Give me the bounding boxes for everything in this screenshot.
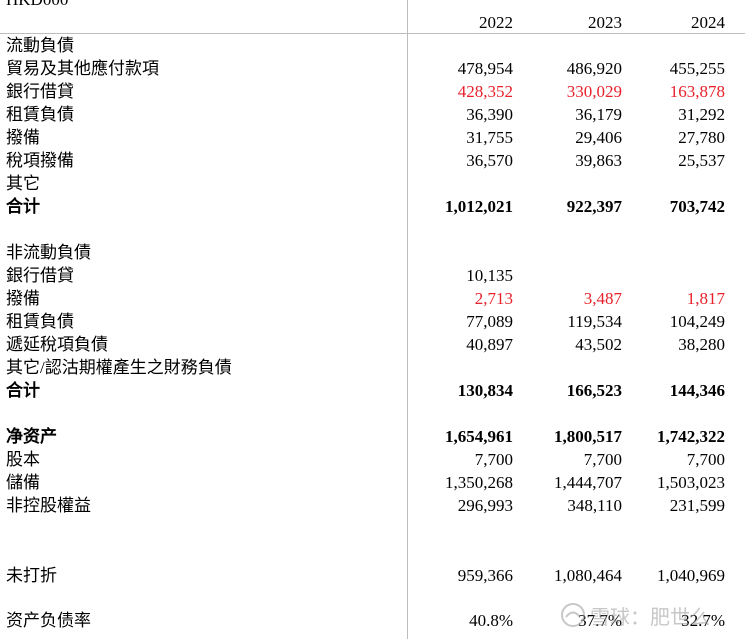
leverage-value-2022: 40.8%	[469, 611, 513, 630]
row-value-2022: 40,897	[466, 335, 513, 354]
row-value-2022	[403, 357, 513, 379]
row-value-2022	[403, 242, 513, 264]
row-label: 租賃負債	[6, 312, 74, 331]
row-value-2022	[403, 173, 513, 195]
row-value-2023	[512, 265, 622, 287]
row-value-2023: 29,406	[575, 128, 622, 147]
unit-label: HKD000	[6, 0, 68, 10]
row-value-2022	[403, 219, 513, 241]
row-value-2022: 10,135	[466, 266, 513, 285]
row-value-2023: 1,800,517	[554, 427, 622, 446]
row-label: 銀行借貸	[6, 266, 74, 285]
row-value-2022: 77,089	[466, 312, 513, 331]
row-label	[6, 403, 406, 425]
row-value-2024: 1,742,322	[657, 427, 725, 446]
row-value-2023: 39,863	[575, 151, 622, 170]
balance-sheet: HKD000 2022 2023 2024 流動負債貿易及其他應付款項 478,9…	[0, 0, 745, 639]
unlisted-value-2024: 1,040,969	[657, 566, 725, 585]
row-value-2023	[512, 173, 622, 195]
row-value-2023: 7,700	[583, 450, 622, 469]
row-value-2024: 27,780	[678, 128, 725, 147]
row-value-2024: 144,346	[669, 381, 725, 400]
row-label: 股本	[6, 450, 40, 469]
row-value-2023: 119,534	[567, 312, 622, 331]
row-value-2024: 455,255	[669, 59, 725, 78]
unlisted-value-2023: 1,080,464	[554, 566, 622, 585]
row-value-2023: 1,444,707	[554, 473, 622, 492]
row-value-2022: 36,570	[466, 151, 513, 170]
row-label: 合计	[6, 197, 40, 216]
row-value-2024: 38,280	[678, 335, 725, 354]
row-label: 其它/認沽期權產生之財務負債	[6, 358, 232, 377]
row-value-2023: 36,179	[575, 105, 622, 124]
row-value-2022: 31,755	[466, 128, 513, 147]
row-value-2024	[615, 35, 725, 57]
row-value-2022: 428,352	[457, 82, 513, 101]
row-value-2023	[512, 35, 622, 57]
row-value-2023: 486,920	[566, 59, 622, 78]
row-value-2023	[512, 242, 622, 264]
row-value-2022: 478,954	[457, 59, 513, 78]
row-value-2023: 348,110	[567, 496, 622, 515]
row-value-2024	[615, 357, 725, 379]
row-value-2023: 3,487	[583, 289, 622, 308]
row-value-2023: 922,397	[566, 197, 622, 216]
row-label: 撥備	[6, 128, 40, 147]
year-header-2023: 2023	[588, 13, 622, 32]
row-label: 租賃負債	[6, 105, 74, 124]
row-value-2022: 7,700	[474, 450, 513, 469]
row-value-2024: 163,878	[669, 82, 725, 101]
row-label: 撥備	[6, 289, 40, 308]
year-header-2024: 2024	[691, 13, 725, 32]
row-value-2023: 43,502	[575, 335, 622, 354]
leverage-label: 资产负债率	[6, 611, 91, 630]
row-label: 其它	[6, 174, 40, 193]
row-value-2023: 330,029	[566, 82, 622, 101]
row-value-2023	[512, 403, 622, 425]
row-value-2022: 36,390	[466, 105, 513, 124]
row-value-2022	[403, 35, 513, 57]
row-value-2022: 1,350,268	[445, 473, 513, 492]
row-value-2022: 130,834	[457, 381, 513, 400]
row-value-2022	[403, 403, 513, 425]
row-label: 儲備	[6, 473, 40, 492]
row-value-2023: 166,523	[566, 381, 622, 400]
row-value-2024: 231,599	[669, 496, 725, 515]
row-label: 非控股權益	[6, 496, 91, 515]
unlisted-value-2022: 959,366	[457, 566, 513, 585]
row-value-2024: 1,817	[686, 289, 725, 308]
row-value-2024	[615, 173, 725, 195]
unlisted-label: 未打折	[6, 566, 57, 585]
watermark: 雪球：肥世么	[560, 600, 710, 630]
row-value-2022: 296,993	[457, 496, 513, 515]
row-value-2022: 1,654,961	[445, 427, 513, 446]
row-label: 非流動負債	[6, 243, 91, 262]
row-label: 貿易及其他應付款項	[6, 59, 159, 78]
row-label	[6, 219, 406, 241]
row-label: 流動負債	[6, 36, 74, 55]
row-value-2024	[615, 242, 725, 264]
row-value-2022: 1,012,021	[445, 197, 513, 216]
row-value-2024: 104,249	[669, 312, 725, 331]
row-value-2024: 25,537	[678, 151, 725, 170]
row-value-2024	[615, 265, 725, 287]
snowball-logo-icon	[561, 603, 585, 627]
row-label: 合计	[6, 381, 40, 400]
watermark-text: 雪球：肥世么	[590, 604, 710, 629]
row-value-2024	[615, 403, 725, 425]
row-value-2024: 7,700	[686, 450, 725, 469]
row-label: 稅項撥備	[6, 151, 74, 170]
row-value-2024: 1,503,023	[657, 473, 725, 492]
year-header-2022: 2022	[479, 13, 513, 32]
row-value-2022: 2,713	[474, 289, 513, 308]
row-value-2024	[615, 219, 725, 241]
row-label: 净资产	[6, 427, 57, 446]
row-value-2024: 703,742	[669, 197, 725, 216]
row-label: 遞延稅項負債	[6, 335, 108, 354]
row-label: 銀行借貸	[6, 82, 74, 101]
row-value-2023	[512, 357, 622, 379]
row-value-2023	[512, 219, 622, 241]
row-value-2024: 31,292	[678, 105, 725, 124]
